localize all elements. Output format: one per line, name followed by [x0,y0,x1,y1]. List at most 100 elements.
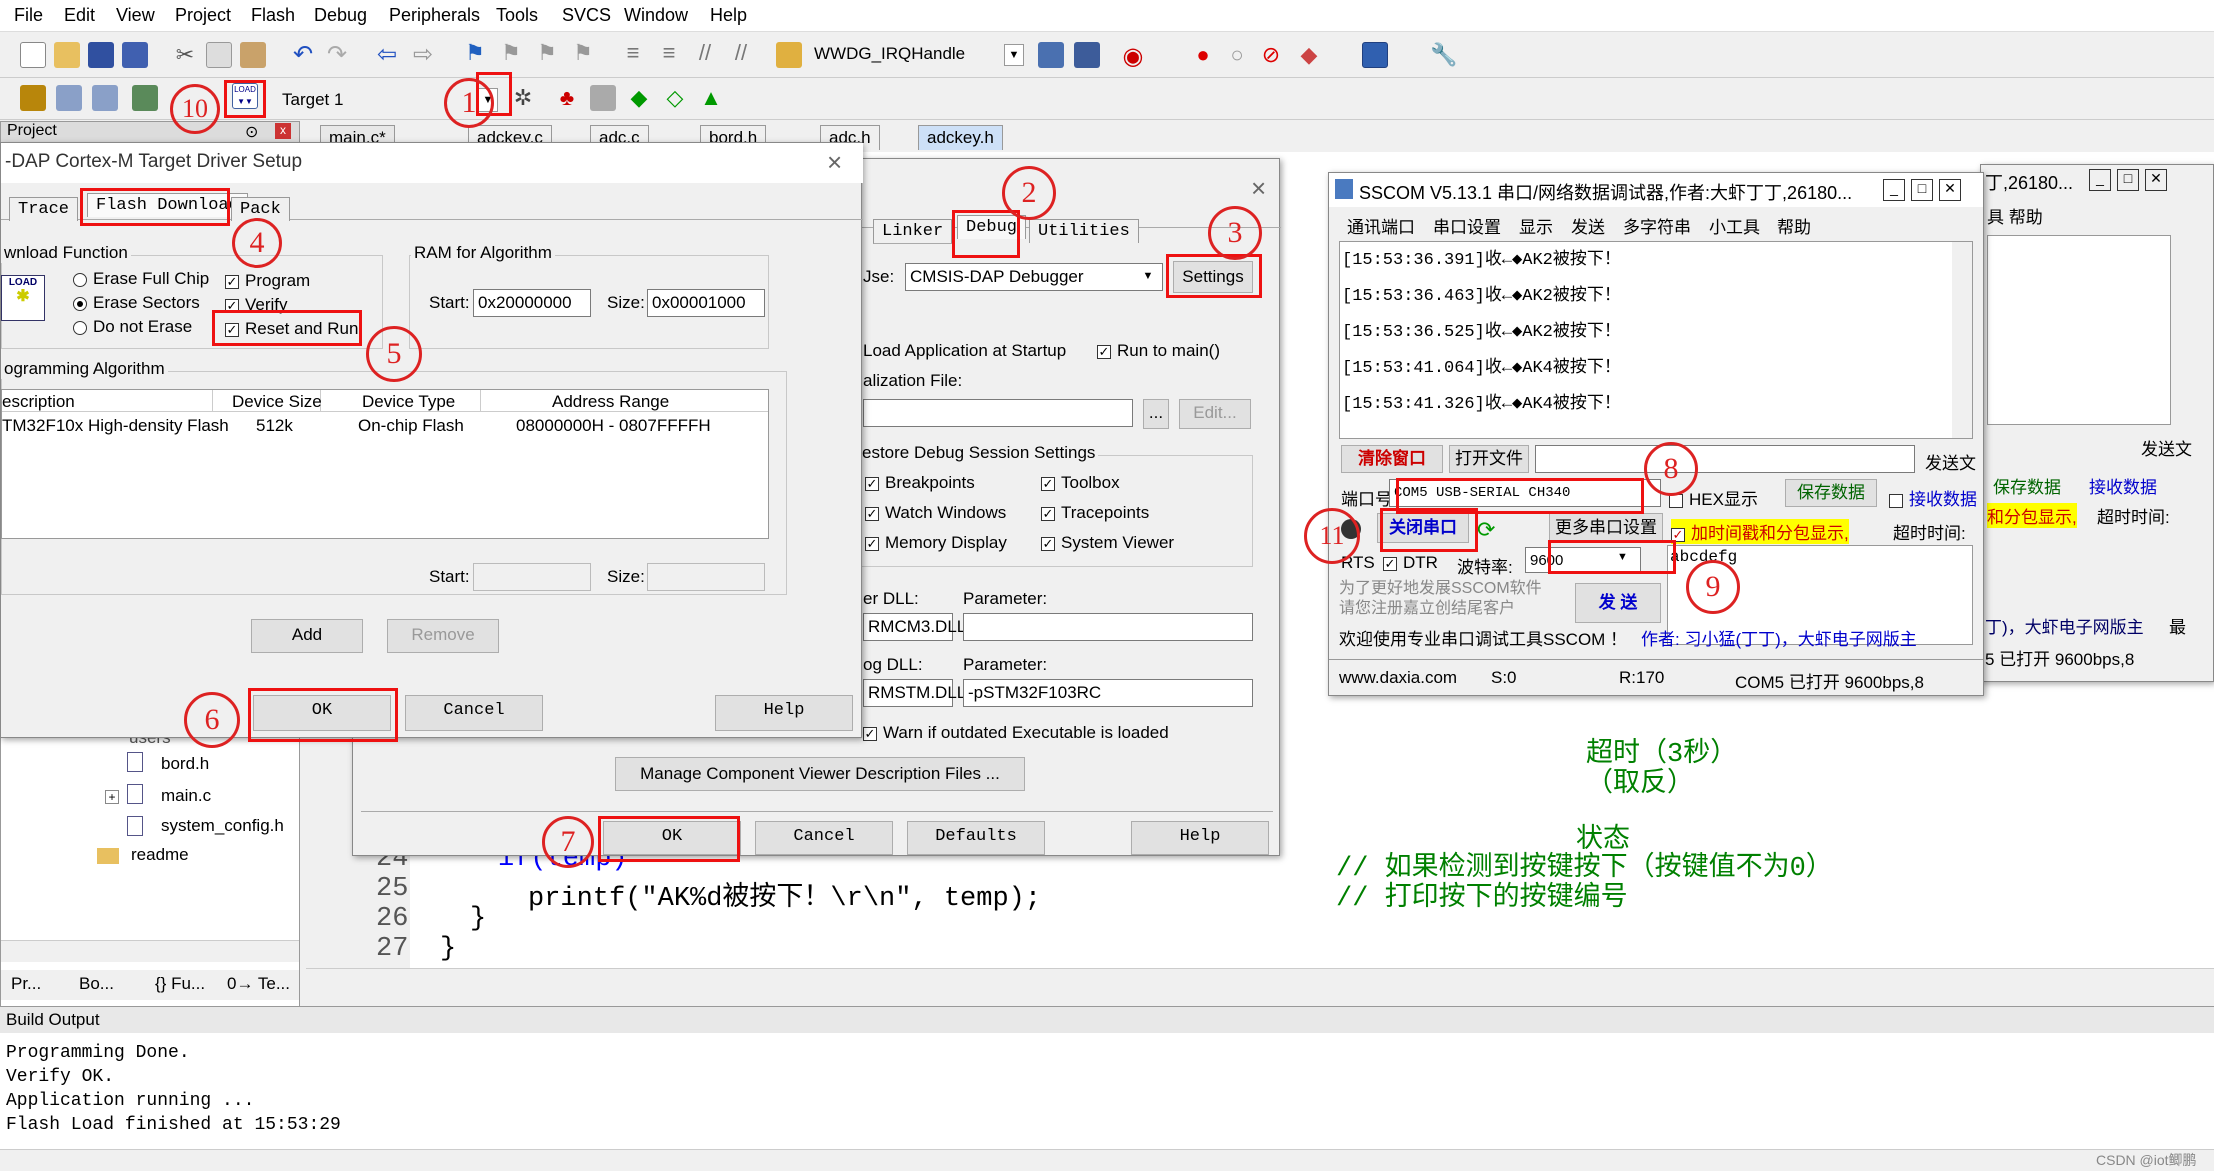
search-debug-icon[interactable]: ◉ [1120,42,1146,70]
nav-back-icon[interactable]: ⇦ [374,40,400,68]
nav-forward-icon[interactable]: ⇨ [410,40,436,68]
send-file-button[interactable]: 发送文 [1925,449,1976,474]
tab-templates[interactable]: 0→ Te... [227,974,290,994]
browse-button[interactable]: ... [1143,399,1169,429]
find-in-files-icon[interactable] [776,42,802,68]
defaults-button[interactable]: Defaults [907,821,1045,855]
menu-peripherals[interactable]: Peripherals [389,5,480,26]
minimize-icon[interactable]: _ [1883,179,1905,201]
tab-project[interactable]: Pr... [11,974,41,994]
translate-icon[interactable] [20,85,46,111]
erase-full-chip-radio[interactable] [73,272,87,287]
algo-start-input[interactable] [473,563,591,591]
config-icon[interactable] [1074,42,1100,68]
file-extensions-icon[interactable] [590,85,616,111]
menu-svcs[interactable]: SVCS [562,5,611,26]
menu-tools[interactable]: Tools [496,5,538,26]
more-settings-button[interactable]: 更多串口设置 [1549,513,1663,543]
ram-size-input[interactable]: 0x00001000 [647,289,765,317]
cancel-button[interactable]: Cancel [405,695,543,731]
menu-view[interactable]: View [116,5,155,26]
copy-icon[interactable] [206,42,232,68]
close-icon[interactable]: × [827,147,842,178]
close-icon[interactable]: ✕ [1939,179,1961,201]
bookmark-clear-icon[interactable]: ⚑ [570,40,596,66]
save-data-button[interactable]: 保存数据 [1993,473,2061,498]
menu-help[interactable]: Help [710,5,747,26]
program-checkbox[interactable]: ✓ [225,274,239,289]
recv-to-checkbox[interactable] [1889,493,1903,508]
memory-display-checkbox[interactable]: ✓ [865,536,879,551]
file-path-input[interactable] [1535,445,1915,473]
breakpoints-checkbox[interactable]: ✓ [865,476,879,491]
vertical-scrollbar[interactable] [1952,242,1972,438]
refresh-icon[interactable]: ⟳ [1477,517,1495,543]
tree-item-main-c[interactable]: main.c [161,786,211,806]
cpu-dll-input[interactable]: RMCM3.DLL [863,613,966,641]
receive-area[interactable]: [15:53:36.391]收←◆AK2被按下！ [15:53:36.463]收… [1339,241,1973,439]
horizontal-scrollbar[interactable] [1,940,299,962]
expand-icon[interactable]: + [105,790,119,804]
unindent-icon[interactable]: ≡ [656,40,682,66]
menu-help[interactable]: 帮助 [1777,213,1811,238]
close-icon[interactable]: ✕ [2145,169,2167,191]
menu-port[interactable]: 通讯端口 [1347,213,1415,238]
erase-sectors-radio[interactable] [73,296,87,311]
bookmark-next-icon[interactable]: ⚑ [534,40,560,66]
send-button[interactable]: 发 送 [1575,583,1661,623]
window-layout-icon[interactable] [1362,42,1388,68]
menu-debug[interactable]: Debug [314,5,367,26]
ram-start-input[interactable]: 0x20000000 [473,289,591,317]
tree-item-bord-h[interactable]: bord.h [161,754,209,774]
rebuild-icon[interactable] [92,85,118,111]
save-all-icon[interactable] [122,42,148,68]
save-icon[interactable] [88,42,114,68]
close-panel-icon[interactable]: x [275,123,291,139]
add-button[interactable]: Add [251,619,363,653]
uncomment-icon[interactable]: // [728,40,754,66]
toolbox-checkbox[interactable]: ✓ [1041,476,1055,491]
build-icon[interactable] [56,85,82,111]
cpu-param-input[interactable] [963,613,1253,641]
maximize-icon[interactable]: □ [1911,179,1933,201]
algorithm-table[interactable]: escription Device Size Device Type Addre… [1,389,769,539]
cancel-button[interactable]: Cancel [755,821,893,855]
new-file-icon[interactable] [20,42,46,68]
tab-trace[interactable]: Trace [9,197,79,221]
batch-build-icon[interactable] [132,85,158,111]
warn-outdated-checkbox[interactable]: ✓ [863,726,877,741]
tab-books[interactable]: Bo... [79,974,114,994]
save-data-button[interactable]: 保存数据 [1785,479,1877,507]
redo-icon[interactable]: ↷ [324,40,350,68]
menu-serial-settings[interactable]: 串口设置 [1433,213,1501,238]
tab-utilities[interactable]: Utilities [1029,219,1139,243]
close-icon[interactable]: × [1251,173,1266,204]
open-file-icon[interactable] [54,42,80,68]
cut-icon[interactable]: ✂ [172,42,198,68]
menu-send[interactable]: 发送 [1571,213,1605,238]
manage-component-viewer-button[interactable]: Manage Component Viewer Description File… [615,757,1025,791]
manage-rte-icon[interactable]: ♣ [554,85,580,111]
pin-icon[interactable]: ⊙ [245,122,258,142]
open-file-button[interactable]: 打开文件 [1449,445,1529,473]
algo-size-input[interactable] [647,563,765,591]
menu-file[interactable]: File [14,5,43,26]
clear-window-button[interactable]: 清除窗口 [1341,445,1443,473]
maximize-icon[interactable]: □ [2117,169,2139,191]
print-icon[interactable] [1038,42,1064,68]
breakpoint-window-icon[interactable]: ◆ [1296,42,1322,68]
debugger-select[interactable]: CMSIS-DAP Debugger [905,263,1163,291]
menu-project[interactable]: Project [175,5,231,26]
comment-icon[interactable]: // [692,40,718,66]
remove-button[interactable]: Remove [387,619,499,653]
tab-linker[interactable]: Linker [873,219,953,244]
send-file-button[interactable]: 发送文 [2141,435,2192,460]
tab-adckey-h[interactable]: adckey.h [918,125,1003,150]
wrench-icon[interactable]: 🔧 [1430,42,1457,68]
init-file-input[interactable] [863,399,1133,427]
dialog-dll-input[interactable]: RMSTM.DLL [863,679,966,707]
tree-item-readme[interactable]: readme [131,845,189,865]
tracepoints-checkbox[interactable]: ✓ [1041,506,1055,521]
rte-icon[interactable]: ▲ [698,85,724,111]
dtr-checkbox[interactable]: ✓ [1383,556,1397,571]
